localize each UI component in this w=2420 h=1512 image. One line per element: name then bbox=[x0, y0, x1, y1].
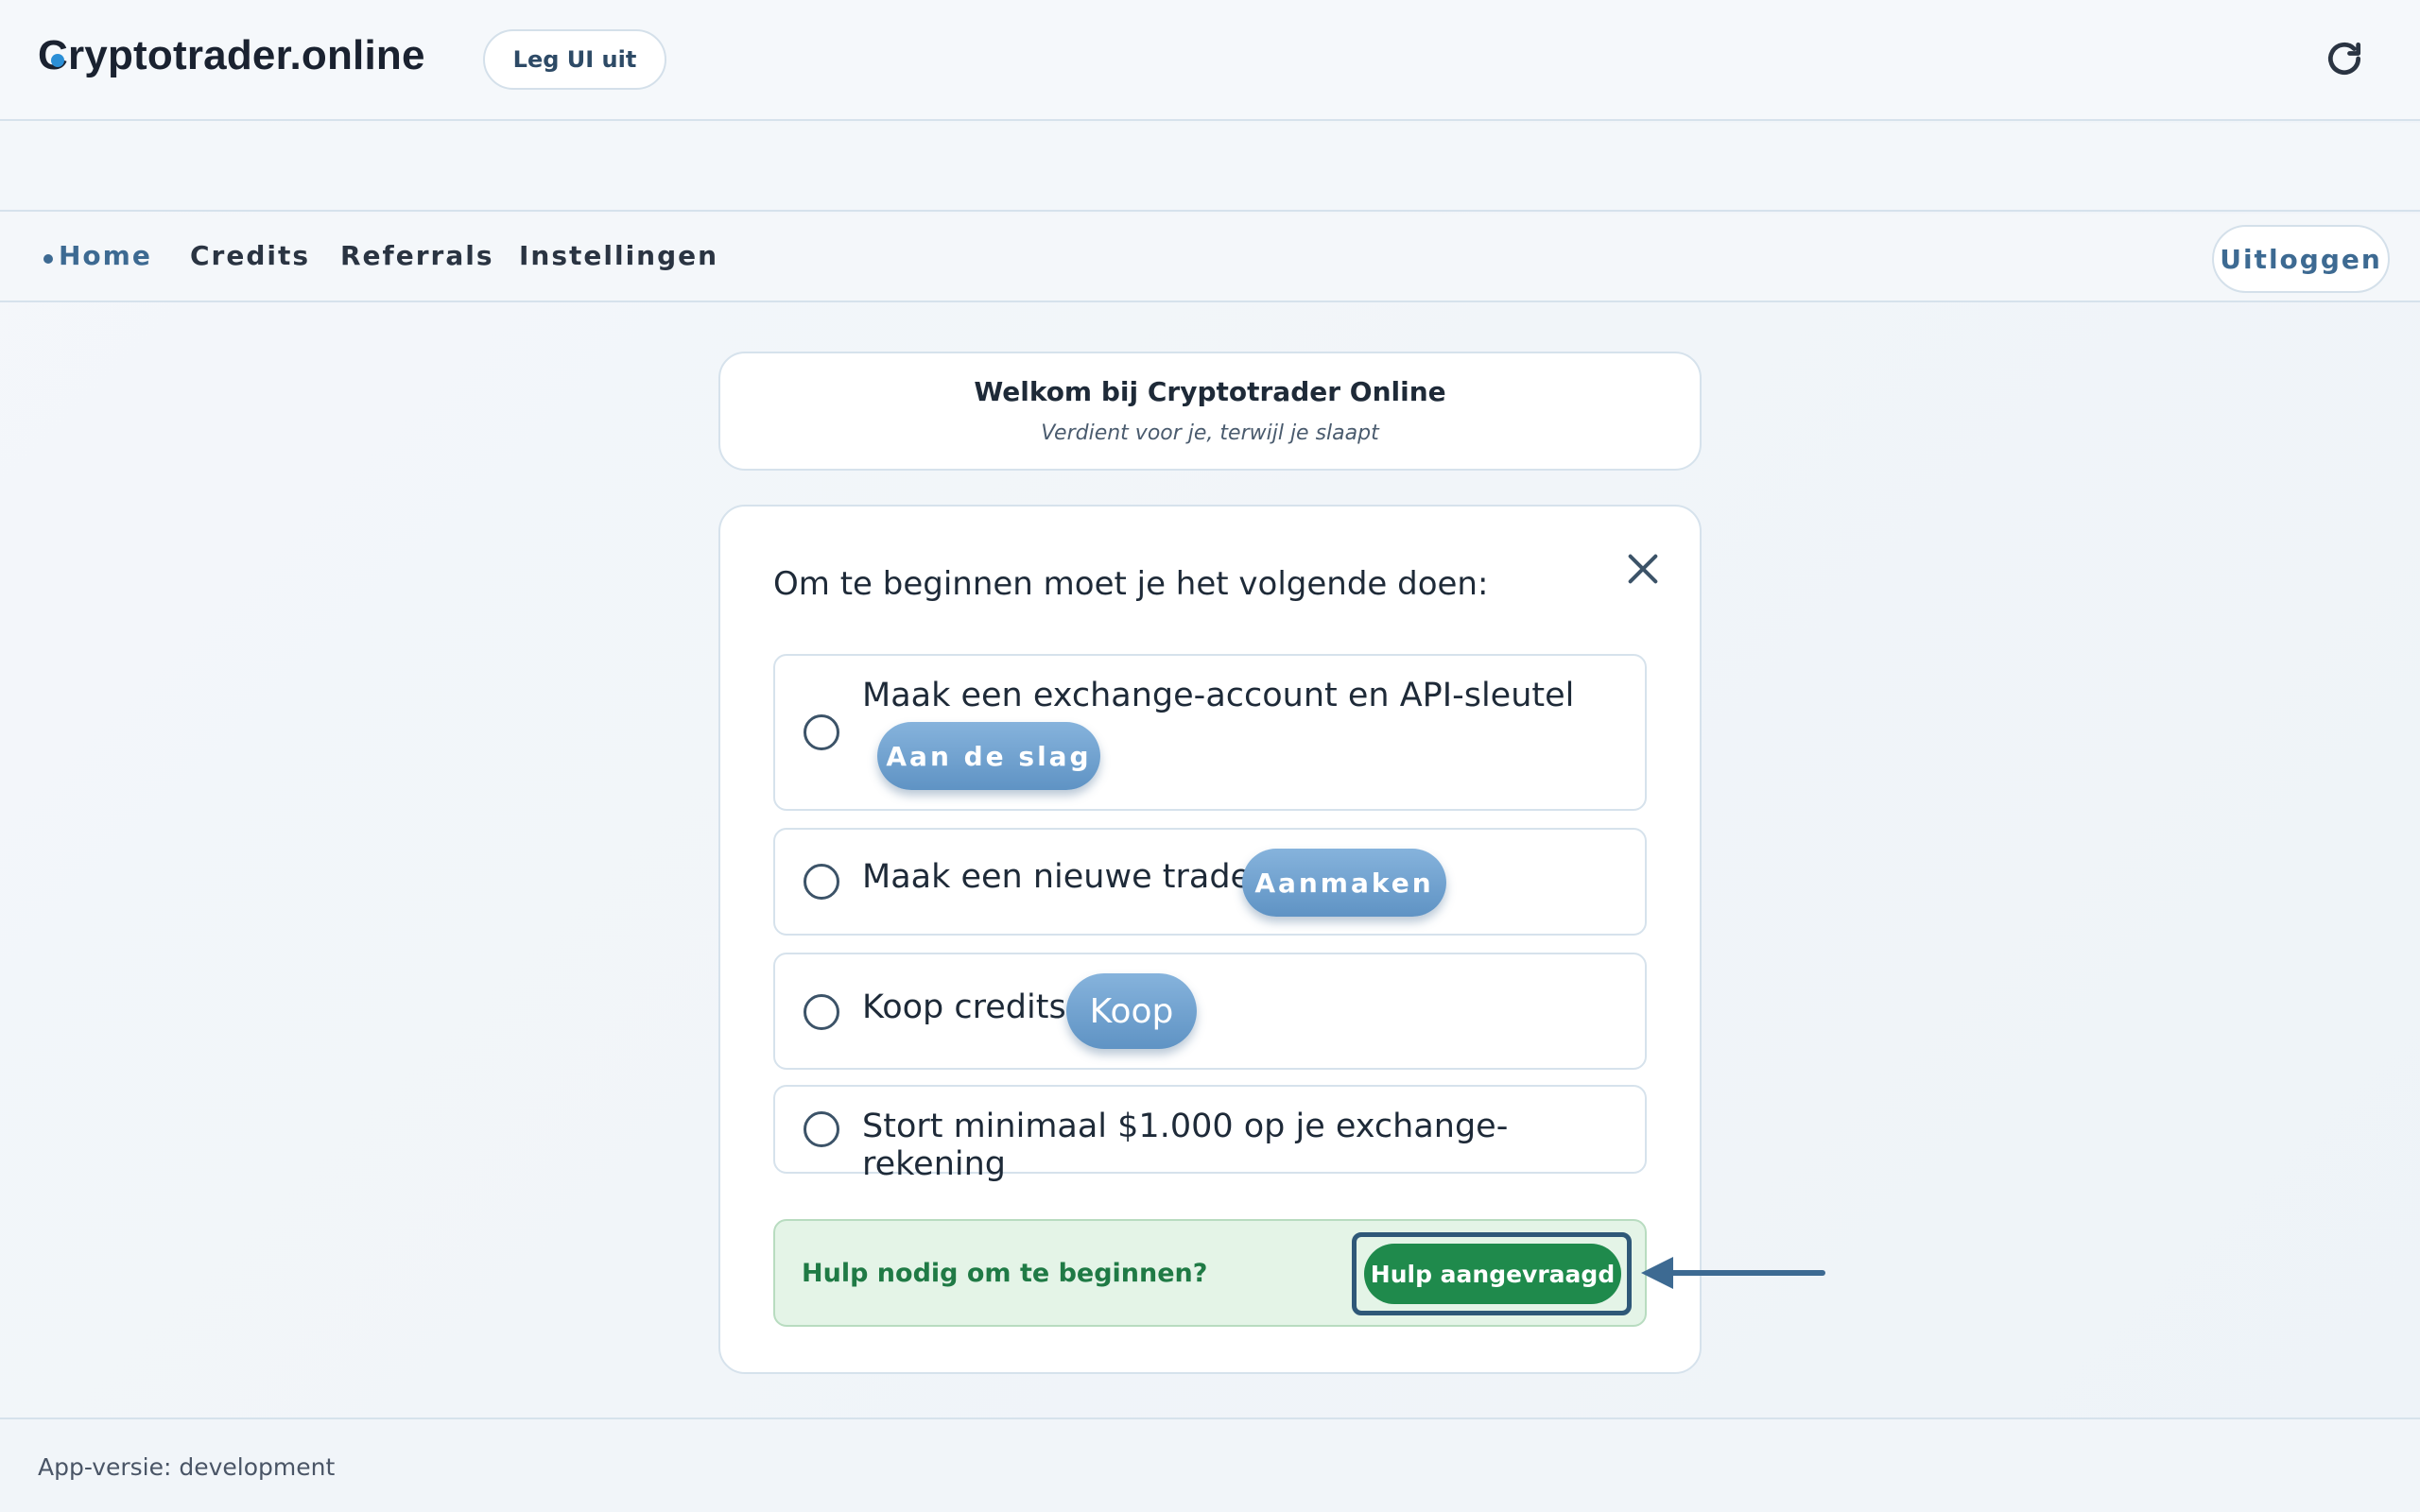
step-checkbox[interactable] bbox=[804, 1111, 839, 1147]
welcome-card: Welkom bij Cryptotrader Online Verdient … bbox=[718, 352, 1702, 471]
help-banner: Hulp nodig om te beginnen? Hulp aangevra… bbox=[773, 1219, 1647, 1327]
step-checkbox[interactable] bbox=[804, 994, 839, 1030]
refresh-icon[interactable] bbox=[2324, 38, 2365, 79]
app-version: App-versie: development bbox=[38, 1453, 336, 1481]
step-label: Maak een nieuwe trader bbox=[862, 858, 1265, 896]
create-trader-button[interactable]: Aanmaken bbox=[1242, 849, 1446, 917]
help-text: Hulp nodig om te beginnen? bbox=[802, 1259, 1208, 1288]
onboarding-title: Om te beginnen moet je het volgende doen… bbox=[773, 565, 1489, 603]
step-label: Koop credits bbox=[862, 988, 1066, 1026]
sub-bar bbox=[0, 123, 2420, 212]
logout-button[interactable]: Uitloggen bbox=[2212, 225, 2390, 293]
brand-name: Cryptotrader.online bbox=[38, 32, 425, 78]
step-new-trader: Maak een nieuwe trader Aanmaken bbox=[773, 828, 1647, 936]
step-deposit: Stort minimaal $1.000 op je exchange-rek… bbox=[773, 1085, 1647, 1183]
top-bar: Cryptotrader.online Leg UI uit bbox=[0, 0, 2420, 121]
nav-item-referrals[interactable]: Referrals bbox=[340, 240, 494, 271]
brand-dot-icon bbox=[51, 54, 64, 67]
welcome-subtitle: Verdient voor je, terwijl je slaapt bbox=[1041, 421, 1379, 445]
step-checkbox[interactable] bbox=[804, 864, 839, 900]
nav-item-credits[interactable]: Credits bbox=[190, 240, 310, 271]
step-label: Maak een exchange-account en API-sleutel bbox=[862, 677, 1575, 714]
help-requested-button[interactable]: Hulp aangevraagd bbox=[1364, 1244, 1621, 1304]
onboarding-card: Om te beginnen moet je het volgende doen… bbox=[718, 505, 1702, 1374]
step-label: Stort minimaal $1.000 op je exchange-rek… bbox=[862, 1108, 1509, 1183]
welcome-title: Welkom bij Cryptotrader Online bbox=[974, 376, 1446, 407]
brand-logo[interactable]: Cryptotrader.online bbox=[38, 32, 425, 79]
active-indicator-icon bbox=[43, 254, 53, 264]
buy-credits-button[interactable]: Koop bbox=[1066, 973, 1197, 1049]
help-highlight-frame: Hulp aangevraagd bbox=[1352, 1232, 1632, 1315]
nav-item-home[interactable]: Home bbox=[59, 240, 152, 271]
step-exchange-account: Maak een exchange-account en API-sleutel… bbox=[773, 654, 1647, 811]
footer: App-versie: development bbox=[0, 1418, 2420, 1512]
step-checkbox[interactable] bbox=[804, 714, 839, 750]
close-icon[interactable] bbox=[1624, 550, 1662, 588]
step-buy-credits: Koop credits Koop bbox=[773, 953, 1647, 1070]
get-started-button[interactable]: Aan de slag bbox=[877, 722, 1100, 790]
nav-item-instellingen[interactable]: Instellingen bbox=[519, 240, 718, 271]
arrow-left-icon bbox=[1641, 1257, 1825, 1289]
explain-ui-button[interactable]: Leg UI uit bbox=[483, 29, 666, 90]
